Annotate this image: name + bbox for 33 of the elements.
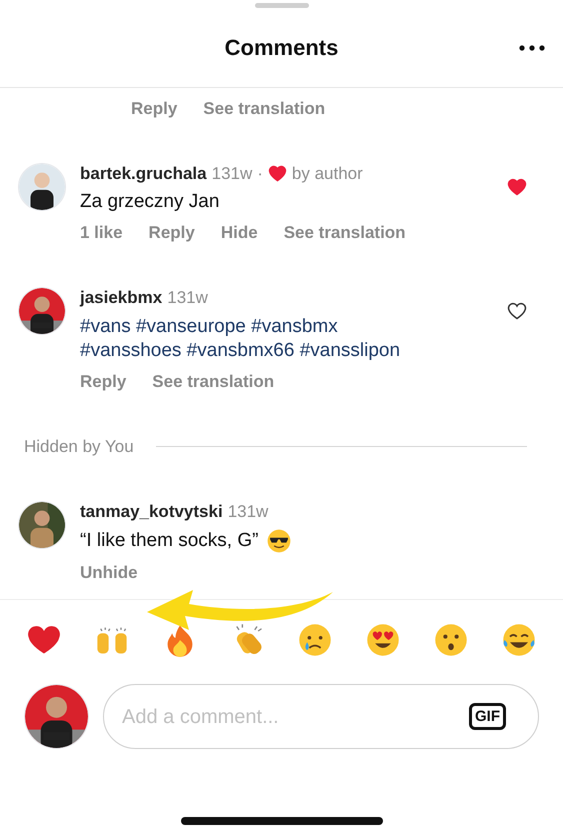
author-like-label: by author [292, 163, 363, 184]
username[interactable]: jasiekbmx [80, 287, 162, 308]
surprised-face-icon[interactable] [433, 622, 470, 658]
sunglasses-face-icon [266, 528, 292, 554]
comment-time: 131w [167, 287, 208, 308]
comment-action[interactable]: Reply [80, 372, 126, 390]
comment-text: Za grzeczny Jan [80, 190, 220, 214]
separator-dot: · [257, 163, 263, 184]
heart-eyes-face-icon[interactable] [365, 622, 402, 658]
comment-input-field[interactable]: Add a comment... GIF [103, 684, 539, 750]
crying-face-icon[interactable] [297, 622, 334, 658]
comment-action[interactable]: See translation [203, 100, 326, 117]
comment-time: 131w [228, 501, 268, 522]
comment-action[interactable]: Reply [131, 100, 178, 117]
comment-action[interactable]: See translation [284, 224, 406, 242]
section-label: Hidden by You [24, 436, 134, 458]
drag-handle[interactable] [254, 3, 308, 8]
username[interactable]: tanmay_kotvytski [80, 501, 223, 522]
comment-action[interactable]: See translation [152, 372, 274, 390]
gif-button[interactable]: GIF [469, 703, 506, 730]
comment-action[interactable]: Hide [220, 224, 258, 242]
username[interactable]: bartek.gruchala [80, 163, 207, 184]
comment-text: “I like them socks, G” [80, 529, 258, 554]
comment-action[interactable]: Unhide [80, 564, 138, 582]
comment-action[interactable]: 1 like [80, 224, 123, 242]
laughing-face-icon[interactable] [500, 622, 537, 658]
comment-action[interactable]: Reply [148, 224, 195, 242]
like-icon[interactable] [507, 301, 527, 322]
hashtag-links[interactable]: #vans #vanseurope #vansbmx #vansshoes #vansbmx66 #vansslipon [80, 314, 440, 362]
more-icon[interactable] [519, 44, 545, 50]
comment-time: 131w [212, 163, 252, 184]
header-title: Comments [224, 34, 338, 62]
heart-icon [268, 164, 287, 184]
